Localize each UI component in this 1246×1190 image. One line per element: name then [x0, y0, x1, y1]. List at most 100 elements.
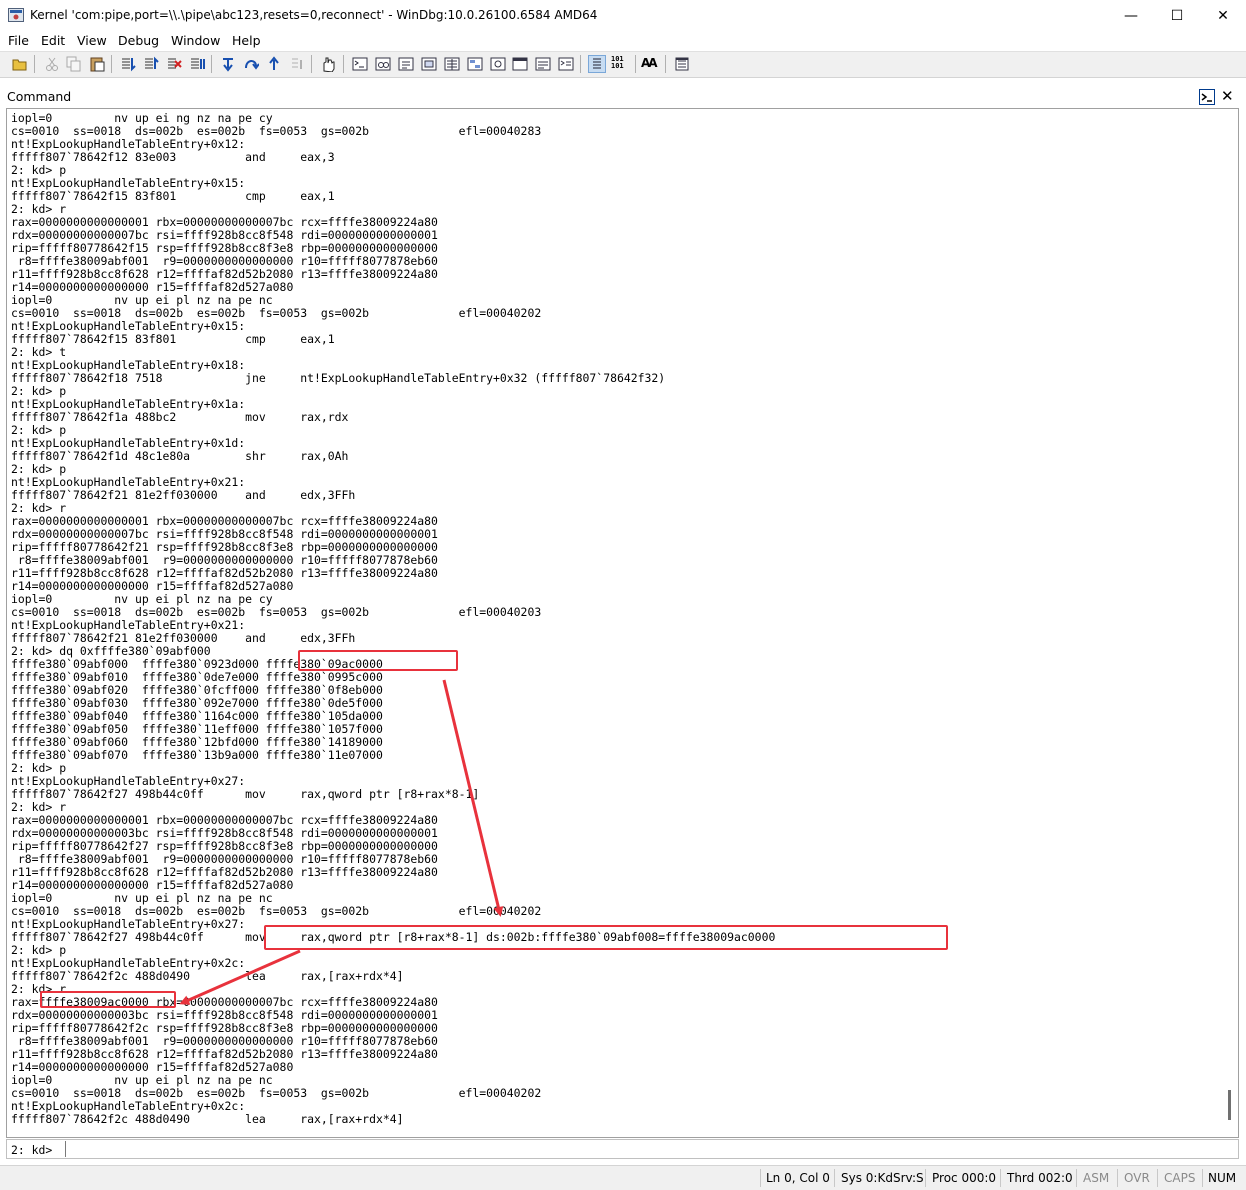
output-line: iopl=0 nv up ei pl nz na pe cy	[11, 592, 273, 606]
go-icon[interactable]	[120, 56, 136, 72]
restart-icon[interactable]	[143, 56, 159, 72]
status-separator	[760, 1169, 761, 1187]
output-line: nt!ExpLookupHandleTableEntry+0x27:	[11, 774, 246, 788]
run-to-cursor-icon[interactable]	[289, 56, 305, 72]
status-bar: Ln 0, Col 0 Sys 0:KdSrv:S Proc 000:0 Thr…	[0, 1165, 1246, 1190]
minimize-button[interactable]: —	[1108, 0, 1154, 31]
annotation-box-rax-value	[40, 991, 176, 1008]
call-stack-icon[interactable]	[467, 56, 483, 72]
output-line: 2: kd> dq 0xffffe380`09abf000	[11, 644, 211, 658]
source-mode-icon[interactable]	[558, 56, 574, 72]
memory-window-icon[interactable]	[444, 56, 460, 72]
window-title: Kernel 'com:pipe,port=\\.\pipe\abc123,re…	[30, 8, 598, 22]
locals-window-icon[interactable]	[398, 56, 414, 72]
options-icon[interactable]	[674, 56, 690, 72]
output-line: r11=ffff928b8cc8f628 r12=ffffaf82d52b208…	[11, 566, 438, 580]
disassembly-window-icon[interactable]	[490, 56, 506, 72]
output-line: 2: kd> r	[11, 202, 67, 216]
output-line: rdx=00000000000003bc rsi=ffff928b8cc8f54…	[11, 1008, 438, 1022]
command-window-menu-icon[interactable]	[1199, 89, 1215, 105]
output-line: ffffe380`09abf020 ffffe380`0fcff000 ffff…	[11, 683, 383, 697]
output-line: nt!ExpLookupHandleTableEntry+0x1d:	[11, 436, 246, 450]
command-window-title: Command	[7, 89, 72, 104]
toolbar-separator	[580, 55, 581, 73]
output-line: ffffe380`09abf040 ffffe380`1164c000 ffff…	[11, 709, 383, 723]
output-line: rip=fffff80778642f21 rsp=ffff928b8cc8f3e…	[11, 540, 438, 554]
status-proc: Proc 000:0	[932, 1171, 997, 1185]
break-icon[interactable]	[189, 56, 205, 72]
output-line: r14=0000000000000000 r15=ffffaf82d527a08…	[11, 579, 294, 593]
step-into-icon[interactable]	[220, 56, 236, 72]
command-window-icon[interactable]	[352, 56, 368, 72]
output-line: iopl=0 nv up ei pl nz na pe nc	[11, 293, 273, 307]
title-bar: Kernel 'com:pipe,port=\\.\pipe\abc123,re…	[0, 0, 1246, 32]
output-line: nt!ExpLookupHandleTableEntry+0x2c:	[11, 1099, 246, 1113]
toolbar: 101 101 AA	[0, 51, 1246, 78]
breakpoint-hand-icon[interactable]	[320, 56, 336, 72]
status-thread: Thrd 002:0	[1007, 1171, 1073, 1185]
cut-icon[interactable]	[44, 56, 60, 72]
status-separator	[1202, 1169, 1203, 1187]
output-line: r14=0000000000000000 r15=ffffaf82d527a08…	[11, 280, 294, 294]
output-line: 2: kd> p	[11, 462, 67, 476]
output-line: rip=fffff80778642f15 rsp=ffff928b8cc8f3e…	[11, 241, 438, 255]
output-line: r14=0000000000000000 r15=ffffaf82d527a08…	[11, 878, 294, 892]
output-line: 2: kd> p	[11, 761, 67, 775]
close-button[interactable]: ✕	[1200, 0, 1246, 31]
status-sys: Sys 0:KdSrv:S	[841, 1171, 924, 1185]
stop-debugging-icon[interactable]	[166, 56, 182, 72]
menu-view[interactable]: View	[77, 33, 107, 48]
output-line: 2: kd> p	[11, 423, 67, 437]
output-line: r8=ffffe38009abf001 r9=0000000000000000 …	[11, 553, 438, 567]
output-line: cs=0010 ss=0018 ds=002b es=002b fs=0053 …	[11, 904, 542, 918]
annotation-box-dq-value	[298, 650, 458, 671]
paste-icon[interactable]	[89, 56, 105, 72]
output-line: fffff807`78642f27 498b44c0ff mov rax,qwo…	[11, 787, 480, 801]
scrollbar-thumb[interactable]	[1228, 1090, 1231, 1120]
output-line: fffff807`78642f2c 488d0490 lea rax,[rax+…	[11, 1112, 404, 1126]
toolbar-separator	[34, 55, 35, 73]
copy-icon[interactable]	[66, 56, 82, 72]
open-icon[interactable]	[12, 56, 28, 72]
output-line: ffffe380`09abf070 ffffe380`13b9a000 ffff…	[11, 748, 383, 762]
output-line: 2: kd> p	[11, 163, 67, 177]
step-over-icon[interactable]	[243, 56, 259, 72]
vertical-scrollbar[interactable]	[1222, 109, 1238, 1137]
menu-help[interactable]: Help	[232, 33, 261, 48]
output-line: 2: kd> p	[11, 943, 67, 957]
step-out-icon[interactable]	[266, 56, 282, 72]
menu-file[interactable]: File	[8, 33, 29, 48]
output-line: r8=ffffe38009abf001 r9=0000000000000000 …	[11, 1034, 438, 1048]
output-line: nt!ExpLookupHandleTableEntry+0x15:	[11, 319, 246, 333]
output-line: nt!ExpLookupHandleTableEntry+0x21:	[11, 618, 246, 632]
output-line: rdx=00000000000003bc rsi=ffff928b8cc8f54…	[11, 826, 438, 840]
source-toggle-icon[interactable]	[588, 55, 606, 73]
output-line: rdx=00000000000007bc rsi=ffff928b8cc8f54…	[11, 527, 438, 541]
hex-mode-icon[interactable]: 101 101	[611, 56, 631, 72]
menu-edit[interactable]: Edit	[41, 33, 65, 48]
font-icon[interactable]: AA	[641, 56, 663, 72]
command-output-pane[interactable]: iopl=0 nv up ei ng nz na pe cy cs=0010 s…	[6, 108, 1239, 1138]
command-window-close-icon[interactable]: ✕	[1221, 87, 1234, 105]
processes-threads-icon[interactable]	[535, 56, 551, 72]
output-line: cs=0010 ss=0018 ds=002b es=002b fs=0053 …	[11, 1086, 542, 1100]
maximize-button[interactable]: ☐	[1154, 0, 1200, 31]
output-line: rax=0000000000000001 rbx=00000000000007b…	[11, 813, 438, 827]
command-input[interactable]	[65, 1141, 1244, 1157]
status-num: NUM	[1208, 1171, 1237, 1185]
maximize-icon: ☐	[1170, 7, 1184, 24]
status-caps: CAPS	[1164, 1171, 1196, 1185]
annotation-box-mov-instruction	[264, 925, 948, 950]
output-line: fffff807`78642f1d 48c1e80a shr rax,0Ah	[11, 449, 349, 463]
status-separator	[1157, 1169, 1158, 1187]
minimize-icon: —	[1124, 7, 1138, 24]
menu-debug[interactable]: Debug	[118, 33, 159, 48]
output-line: nt!ExpLookupHandleTableEntry+0x27:	[11, 917, 246, 931]
status-separator	[834, 1169, 835, 1187]
menu-window[interactable]: Window	[171, 33, 220, 48]
watch-window-icon[interactable]	[375, 56, 391, 72]
registers-window-icon[interactable]	[421, 56, 437, 72]
output-line: nt!ExpLookupHandleTableEntry+0x15:	[11, 176, 246, 190]
scratch-pad-icon[interactable]	[512, 56, 528, 72]
output-line: rdx=00000000000007bc rsi=ffff928b8cc8f54…	[11, 228, 438, 242]
